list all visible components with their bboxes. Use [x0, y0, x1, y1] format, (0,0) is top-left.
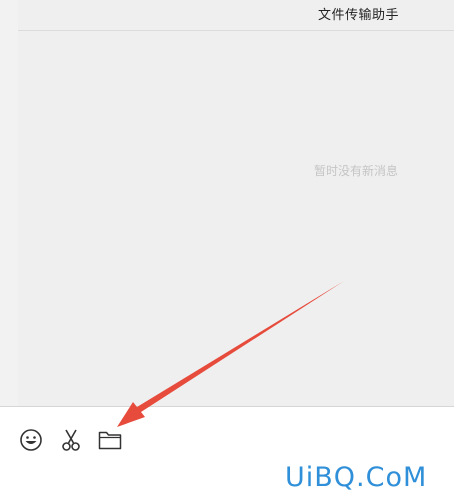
watermark: UiBQ.CoM [285, 462, 428, 493]
sidebar-edge [0, 0, 18, 407]
folder-icon [98, 431, 122, 450]
empty-message-hint: 暂时没有新消息 [314, 164, 399, 178]
chat-message-area: 文件传输助手 暂时没有新消息 [0, 0, 454, 407]
send-file-button[interactable] [97, 427, 123, 453]
emoji-icon [20, 429, 42, 451]
header-divider [18, 30, 454, 31]
scissors-icon [62, 429, 80, 451]
screenshot-button[interactable] [58, 427, 84, 453]
chat-title: 文件传输助手 [318, 8, 400, 23]
emoji-button[interactable] [18, 427, 44, 453]
